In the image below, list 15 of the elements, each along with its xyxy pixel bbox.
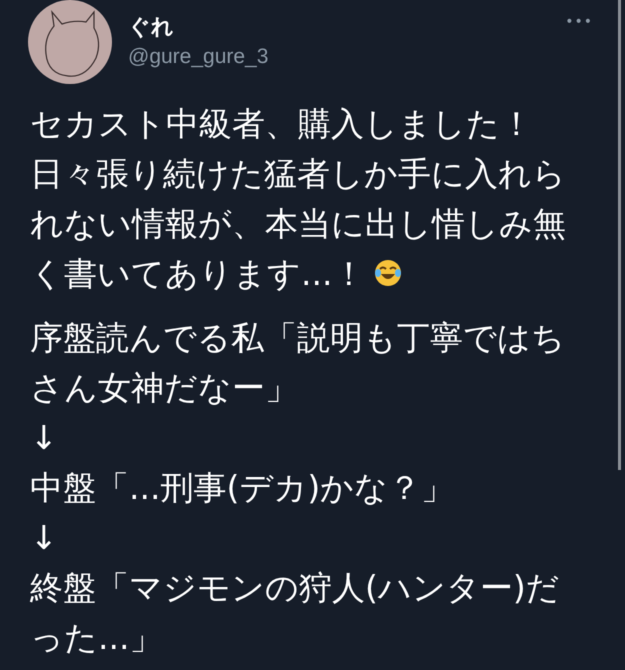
tweet-text-line: さん女神だなー」	[30, 368, 298, 407]
tweet-text-line: ↓	[30, 418, 58, 457]
tweet-text-line: 日々張り続けた猛者しか手に入れら	[30, 154, 566, 193]
more-button[interactable]: •••	[565, 12, 593, 33]
tweet-text-line: く書いてあります...！	[30, 254, 366, 293]
tweet-text-line: った...」	[30, 618, 162, 657]
laughing-emoji-icon	[373, 258, 404, 288]
tweet-text-line: れない情報が、本当に出し惜しみ無	[30, 204, 566, 243]
tweet-text-line: 中盤「...刑事(デカ)かな？」	[30, 468, 454, 507]
author-name: ぐれ	[128, 14, 175, 42]
tweet-text-line: ↓	[30, 518, 58, 557]
tweet-text-line: 序盤読んでる私「説明も丁寧ではち	[30, 318, 565, 357]
author-handle: @gure_gure_3	[128, 44, 270, 70]
tweet-text-line: 終盤「マジモンの狩人(ハンター)だ	[30, 568, 560, 607]
tweet-text-line: セカスト中級者、購入しました！	[30, 104, 533, 143]
